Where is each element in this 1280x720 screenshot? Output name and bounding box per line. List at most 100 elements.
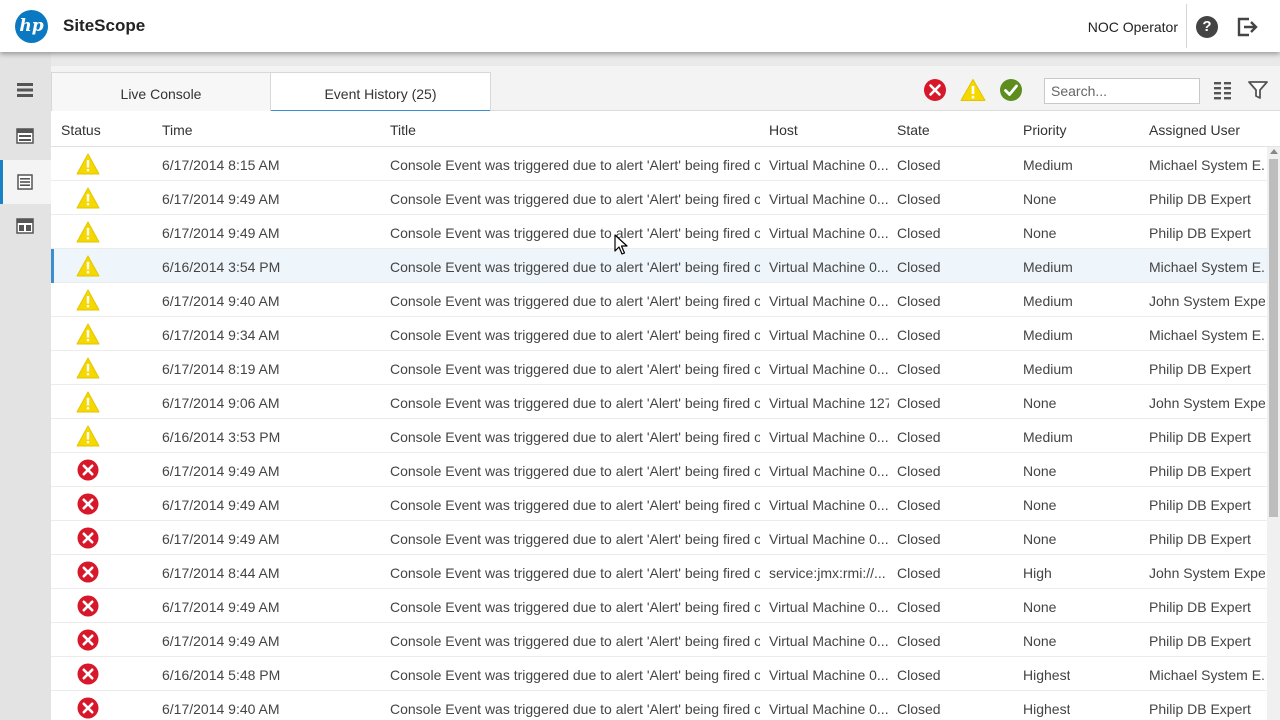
sidebar-item-menu[interactable] [0,68,51,112]
table-row[interactable]: 6/17/2014 9:06 AM Console Event was trigg… [51,385,1267,419]
warning-icon [76,391,100,413]
top-bar: hp SiteScope NOC Operator ? [0,0,1280,52]
column-header-priority[interactable]: Priority [1023,122,1067,138]
cell-priority: Highest [1023,667,1071,683]
columns-icon [1214,82,1231,100]
cell-time: 6/17/2014 8:19 AM [162,361,280,377]
cell-assigned-user: John System Expert [1149,293,1265,309]
error-icon [76,629,100,651]
table-row[interactable]: 6/17/2014 9:49 AM Console Event was trigg… [51,453,1267,487]
filter-ok-button[interactable] [999,78,1023,102]
column-header-assigned-user[interactable]: Assigned User [1149,122,1240,138]
cell-assigned-user: John System Expert [1149,565,1265,581]
error-icon [76,697,100,719]
cell-assigned-user: Philip DB Expert [1149,701,1251,717]
error-icon [76,527,100,549]
cell-host: Virtual Machine 0... [769,191,889,207]
tab-bar: Live Console Event History (25) [51,66,1280,112]
cell-title: Console Event was triggered due to alert… [390,667,760,683]
user-role[interactable]: NOC Operator [1088,19,1178,35]
cell-state: Closed [897,259,941,275]
cell-assigned-user: Philip DB Expert [1149,361,1251,377]
error-icon [76,663,100,685]
tab-live-console[interactable]: Live Console [51,72,271,111]
cell-priority: High [1023,565,1052,581]
table-row[interactable]: 6/17/2014 8:15 AM Console Event was trigg… [51,147,1267,181]
table-row[interactable]: 6/17/2014 9:49 AM Console Event was trigg… [51,623,1267,657]
cell-time: 6/17/2014 9:06 AM [162,395,280,411]
help-icon[interactable]: ? [1196,16,1218,38]
cell-priority: None [1023,599,1057,615]
column-header-title[interactable]: Title [390,122,416,138]
logout-icon[interactable] [1236,16,1258,38]
warning-icon [960,79,986,101]
table-row[interactable]: 6/17/2014 9:40 AM Console Event was trigg… [51,283,1267,317]
filter-error-button[interactable] [923,78,947,102]
table-row[interactable]: 6/17/2014 9:49 AM Console Event was trigg… [51,181,1267,215]
search-input[interactable] [1044,78,1200,104]
filter-warning-button[interactable] [960,78,986,102]
cell-time: 6/17/2014 9:40 AM [162,701,280,717]
cell-state: Closed [897,667,941,683]
table-row[interactable]: 6/17/2014 8:19 AM Console Event was trigg… [51,351,1267,385]
cell-host: Virtual Machine 0... [769,293,889,309]
cell-title: Console Event was triggered due to alert… [390,395,760,411]
table-row[interactable]: 6/16/2014 3:53 PM Console Event was trigg… [51,419,1267,453]
table-row[interactable]: 6/17/2014 9:49 AM Console Event was trigg… [51,215,1267,249]
dashboard-icon [16,128,34,144]
cell-host: Virtual Machine 0... [769,599,889,615]
cell-assigned-user: Michael System E... [1149,259,1265,275]
cell-assigned-user: Michael System E... [1149,667,1265,683]
filter-button[interactable] [1248,80,1272,104]
sidebar-item-reports[interactable] [0,204,51,248]
table-row[interactable]: 6/17/2014 9:40 AM Console Event was trigg… [51,691,1267,720]
scroll-up-arrow-icon[interactable] [1270,149,1278,154]
sidebar-item-event-list[interactable] [0,160,51,204]
table-row[interactable]: 6/17/2014 9:34 AM Console Event was trigg… [51,317,1267,351]
cell-host: Virtual Machine 0... [769,463,889,479]
cell-state: Closed [897,361,941,377]
cell-state: Closed [897,395,941,411]
table-row[interactable]: 6/17/2014 9:49 AM Console Event was trigg… [51,487,1267,521]
column-header-state[interactable]: State [897,122,930,138]
error-icon [76,595,100,617]
cell-title: Console Event was triggered due to alert… [390,191,760,207]
hp-logo: hp [15,10,48,43]
column-header-host[interactable]: Host [769,122,798,138]
error-icon [76,561,100,583]
cell-host: Virtual Machine 0... [769,259,889,275]
cell-time: 6/16/2014 3:53 PM [162,429,281,445]
cell-title: Console Event was triggered due to alert… [390,225,760,241]
table-row[interactable]: 6/17/2014 8:44 AM Console Event was trigg… [51,555,1267,589]
sidebar-item-dashboard[interactable] [0,114,51,158]
vertical-scrollbar[interactable] [1267,147,1280,720]
cell-time: 6/16/2014 5:48 PM [162,667,281,683]
cell-host: Virtual Machine 0... [769,157,889,173]
columns-button[interactable] [1213,80,1237,104]
cell-priority: None [1023,395,1057,411]
table-row[interactable]: 6/17/2014 9:49 AM Console Event was trigg… [51,589,1267,623]
tab-event-history[interactable]: Event History (25) [270,72,491,112]
cell-title: Console Event was triggered due to alert… [390,429,760,445]
event-list-icon [17,174,33,190]
cell-priority: Medium [1023,259,1073,275]
table-row[interactable]: 6/16/2014 3:54 PM Console Event was trigg… [51,249,1267,283]
column-header-status[interactable]: Status [61,122,101,138]
cell-priority: Medium [1023,429,1073,445]
cell-title: Console Event was triggered due to alert… [390,259,760,275]
warning-icon [76,323,100,345]
warning-icon [76,187,100,209]
cell-assigned-user: John System Expert [1149,395,1265,411]
cell-time: 6/17/2014 9:34 AM [162,327,280,343]
table-row[interactable]: 6/16/2014 5:48 PM Console Event was trigg… [51,657,1267,691]
cell-title: Console Event was triggered due to alert… [390,361,760,377]
scrollbar-thumb[interactable] [1269,159,1278,517]
table-row[interactable]: 6/17/2014 9:49 AM Console Event was trigg… [51,521,1267,555]
cell-title: Console Event was triggered due to alert… [390,633,760,649]
column-header-time[interactable]: Time [162,122,193,138]
cell-host: Virtual Machine 0... [769,327,889,343]
warning-icon [76,255,100,277]
cell-host: Virtual Machine 0... [769,633,889,649]
cell-assigned-user: Michael System E... [1149,327,1265,343]
cell-priority: None [1023,497,1057,513]
